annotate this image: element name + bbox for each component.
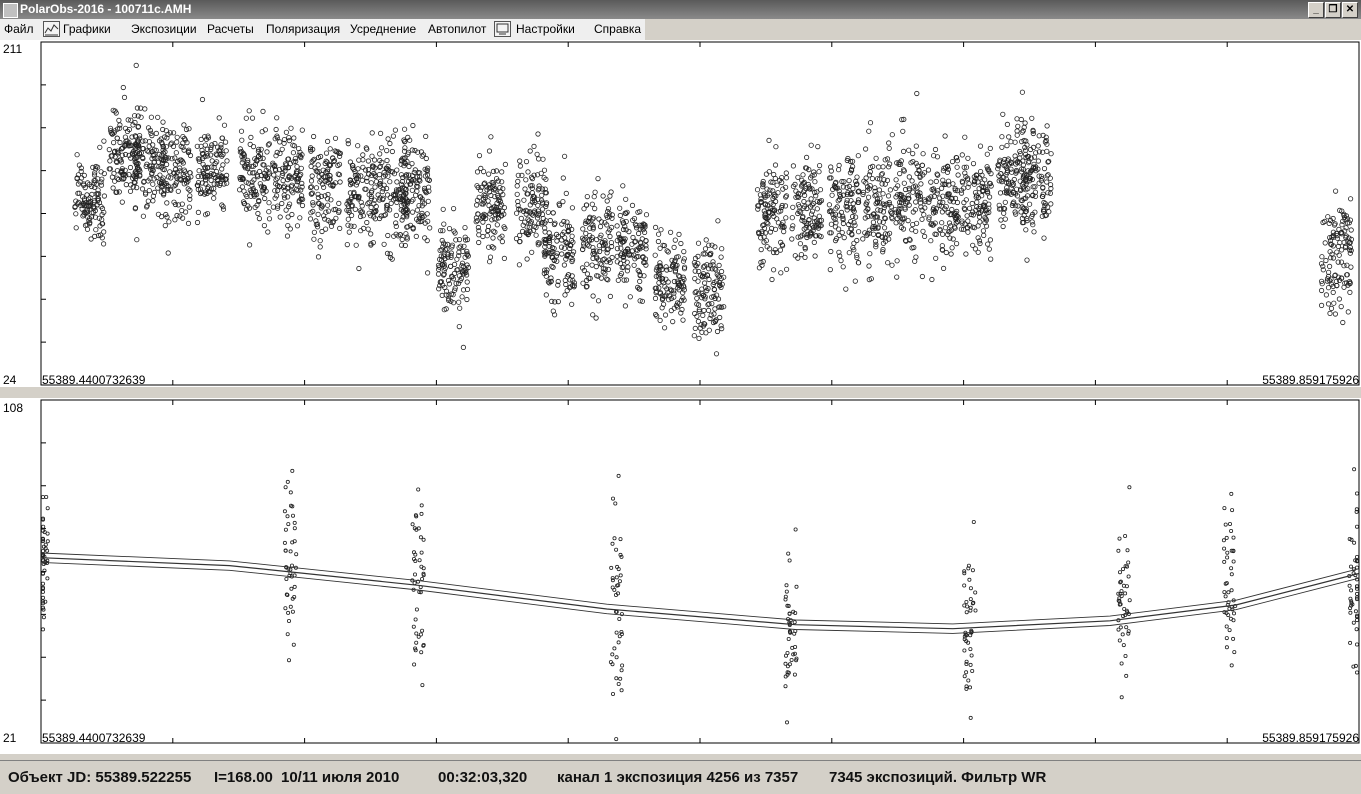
top-y-max-label: 211 (3, 42, 22, 56)
menu-calculations[interactable]: Расчеты (207, 22, 254, 36)
plot-area: 211 24 55389.4400732639 55389.859175926 … (0, 40, 1361, 754)
status-bar: Объект JD: 55389.522255 I=168.00 10/11 и… (0, 760, 1361, 794)
title-bar: PolarObs-2016 - 100711c.AMH _ ❐ ✕ (0, 0, 1361, 19)
bottom-x-start-label: 55389.4400732639 (42, 731, 146, 745)
menu-file[interactable]: Файл (4, 22, 34, 36)
chart-icon (43, 21, 60, 37)
top-plot[interactable]: 211 24 55389.4400732639 55389.859175926 (3, 41, 1360, 387)
bottom-y-min-label: 21 (3, 731, 17, 745)
menu-settings[interactable]: Настройки (516, 22, 575, 36)
window-title: PolarObs-2016 - 100711c.AMH (20, 2, 192, 16)
plots-canvas[interactable]: 211 24 55389.4400732639 55389.859175926 … (0, 40, 1361, 754)
bottom-x-end-label: 55389.859175926 (1262, 731, 1359, 745)
top-x-start-label: 55389.4400732639 (42, 373, 146, 387)
bottom-y-max-label: 108 (3, 401, 23, 415)
status-total: 7345 экспозиций. Фильтр WR (829, 769, 1047, 786)
app-icon (3, 3, 18, 18)
top-y-min-label: 24 (3, 373, 17, 387)
restore-button[interactable]: ❐ (1325, 2, 1341, 18)
status-date: 10/11 июля 2010 (281, 769, 400, 786)
settings-icon (494, 21, 511, 37)
menu-polarization[interactable]: Поляризация (266, 22, 340, 36)
menu-graphs[interactable]: Графики (63, 22, 111, 36)
status-intensity: I=168.00 (214, 769, 273, 786)
menu-exposures[interactable]: Экспозиции (131, 22, 197, 36)
top-x-end-label: 55389.859175926 (1262, 373, 1359, 387)
menu-help[interactable]: Справка (594, 22, 641, 36)
plot-splitter[interactable] (0, 387, 1361, 398)
bottom-plot[interactable]: 108 21 55389.4400732639 55389.859175926 (3, 399, 1360, 745)
menu-averaging[interactable]: Усреднение (350, 22, 416, 36)
menu-bar: Файл Графики Экспозиции Расчеты Поляриза… (0, 19, 1361, 40)
minimize-button[interactable]: _ (1308, 2, 1324, 18)
close-button[interactable]: ✕ (1342, 2, 1358, 18)
status-exposure: канал 1 экспозиция 4256 из 7357 (557, 769, 799, 786)
status-time: 00:32:03,320 (438, 769, 528, 786)
menu-autopilot[interactable]: Автопилот (428, 22, 486, 36)
status-jd: Объект JD: 55389.522255 (8, 769, 192, 786)
